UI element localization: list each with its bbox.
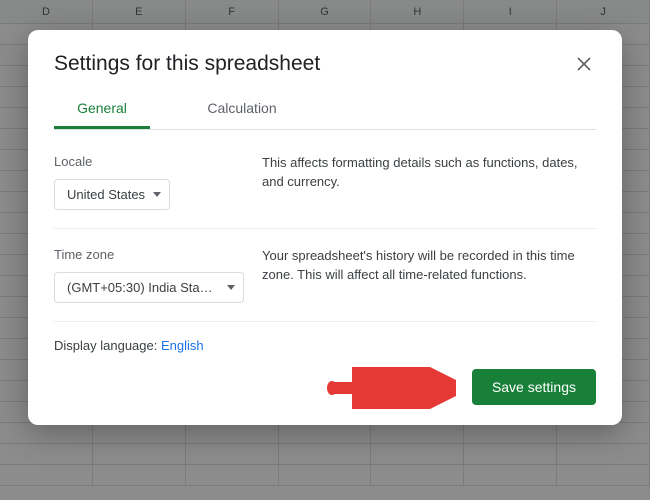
chevron-down-icon: [227, 285, 235, 290]
dialog-title: Settings for this spreadsheet: [54, 52, 320, 76]
locale-description: This affects formatting details such as …: [254, 154, 596, 192]
timezone-description: Your spreadsheet's history will be recor…: [254, 247, 596, 285]
annotation-arrow: [326, 367, 456, 409]
settings-dialog: Settings for this spreadsheet General Ca…: [28, 30, 622, 425]
chevron-down-icon: [153, 192, 161, 197]
timezone-dropdown[interactable]: (GMT+05:30) India Stand…: [54, 272, 244, 303]
locale-value: United States: [67, 187, 145, 202]
display-language-link[interactable]: English: [161, 338, 204, 353]
tab-calculation[interactable]: Calculation: [194, 90, 290, 129]
locale-dropdown[interactable]: United States: [54, 179, 170, 210]
timezone-label: Time zone: [54, 247, 254, 262]
dialog-footer: Save settings: [54, 369, 596, 405]
save-settings-button[interactable]: Save settings: [472, 369, 596, 405]
locale-label: Locale: [54, 154, 254, 169]
tab-general[interactable]: General: [54, 90, 150, 129]
display-language-row: Display language: English: [54, 332, 596, 369]
close-button[interactable]: [572, 52, 596, 76]
display-language-label: Display language:: [54, 338, 161, 353]
tabs: General Calculation: [54, 90, 596, 130]
timezone-row: Time zone (GMT+05:30) India Stand… Your …: [54, 239, 596, 322]
close-icon: [577, 57, 591, 71]
locale-row: Locale United States This affects format…: [54, 146, 596, 229]
timezone-value: (GMT+05:30) India Stand…: [67, 280, 219, 295]
